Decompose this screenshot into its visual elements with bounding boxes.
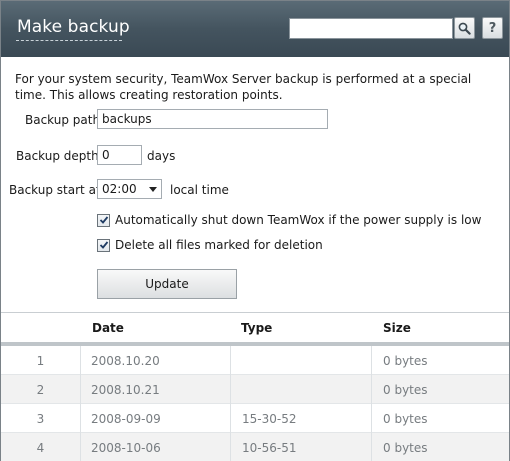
row-date: 2008-10-06 (91, 441, 161, 455)
row-size: 0 bytes (383, 383, 428, 397)
row-number: 4 (36, 441, 45, 455)
title-underline (16, 40, 122, 41)
page-title: Make backup (17, 17, 130, 37)
column-divider (230, 346, 231, 375)
backup-depth-unit: days (147, 149, 176, 163)
row-size: 0 bytes (383, 354, 428, 368)
column-divider (230, 375, 231, 404)
delete-option[interactable]: Delete all files marked for deletion (97, 238, 323, 252)
column-header-size[interactable]: Size (383, 321, 411, 335)
checkmark-icon (99, 216, 108, 224)
column-divider (230, 433, 231, 461)
shutdown-option[interactable]: Automatically shut down TeamWox if the p… (97, 213, 481, 227)
column-divider (230, 404, 231, 433)
column-divider (80, 346, 81, 375)
column-header-type[interactable]: Type (241, 321, 272, 335)
backup-depth-label: Backup depth (16, 149, 99, 163)
backup-start-value: 02:00 (102, 182, 137, 196)
search-button[interactable] (454, 17, 475, 39)
column-divider (371, 433, 372, 461)
table-row[interactable]: 3 2008-09-09 15-30-52 0 bytes (1, 404, 509, 433)
column-header-date[interactable]: Date (92, 321, 124, 335)
row-number: 1 (36, 354, 45, 368)
backup-path-input[interactable] (97, 109, 328, 129)
column-divider (371, 346, 372, 375)
row-type: 15-30-52 (242, 412, 297, 426)
backup-depth-input[interactable] (97, 145, 142, 165)
search-icon (458, 22, 471, 35)
backup-start-select[interactable]: 02:00 (97, 179, 162, 199)
row-size: 0 bytes (383, 412, 428, 426)
update-button[interactable]: Update (97, 269, 237, 299)
backup-start-label: Backup start at (9, 183, 101, 197)
row-date: 2008.10.21 (91, 383, 160, 397)
search-input[interactable] (289, 18, 453, 39)
column-divider (80, 404, 81, 433)
shutdown-label: Automatically shut down TeamWox if the p… (115, 213, 482, 227)
backup-path-label: Backup path (25, 113, 101, 127)
delete-label: Delete all files marked for deletion (115, 238, 323, 252)
column-divider (371, 404, 372, 433)
column-divider (371, 375, 372, 404)
checkmark-icon (99, 241, 108, 249)
row-number: 3 (36, 412, 45, 426)
intro-text: For your system security, TeamWox Server… (15, 72, 472, 102)
row-date: 2008-09-09 (91, 412, 161, 426)
backup-panel: Make backup ? For your system security, … (0, 0, 510, 461)
shutdown-checkbox[interactable] (97, 213, 110, 227)
delete-checkbox[interactable] (97, 238, 110, 252)
column-divider (80, 375, 81, 404)
page-header: Make backup ? (1, 1, 509, 57)
chevron-down-icon (149, 187, 157, 192)
backup-start-unit: local time (170, 183, 229, 197)
table-row[interactable]: 4 2008-10-06 10-56-51 0 bytes (1, 433, 509, 461)
row-size: 0 bytes (383, 441, 428, 455)
row-type: 10-56-51 (242, 441, 297, 455)
table-row[interactable]: 1 2008.10.20 0 bytes (1, 346, 509, 375)
row-date: 2008.10.20 (91, 354, 160, 368)
table-header: Date Type Size (1, 313, 509, 343)
column-divider (80, 433, 81, 461)
row-number: 2 (36, 383, 45, 397)
help-button[interactable]: ? (482, 17, 503, 39)
table-row[interactable]: 2 2008.10.21 0 bytes (1, 375, 509, 404)
